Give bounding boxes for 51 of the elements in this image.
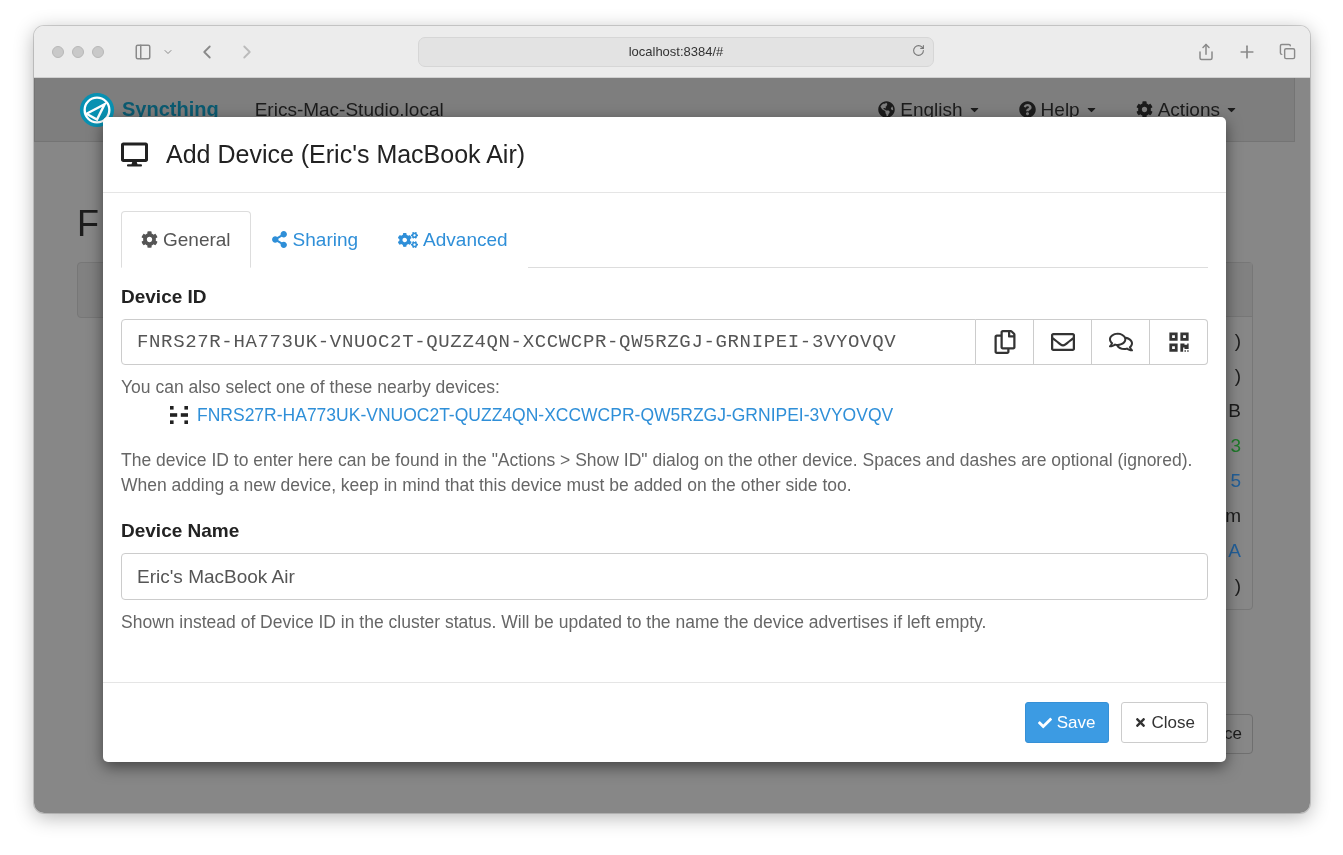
reload-icon[interactable] [912, 43, 925, 57]
device-id-field[interactable]: FNRS27R-HA773UK-VNUOC2T-QUZZ4QN-XCCWCPR-QW5RZGJ-GRNIPEI-3VYOVQV [121, 319, 976, 365]
help-icon [1018, 101, 1036, 118]
tab[interactable]: General [121, 211, 251, 268]
panel-value: 5 [1230, 469, 1241, 493]
field-label: Device Name [121, 520, 241, 542]
gears-icon [398, 229, 419, 250]
field-label: Device ID [121, 286, 208, 308]
share-icon [270, 231, 288, 248]
speech-bubbles-icon [1108, 330, 1133, 354]
panel-value: ) [1234, 364, 1241, 388]
copy-button[interactable] [976, 319, 1034, 365]
panel-value: ) [1234, 329, 1241, 353]
qr-code-button[interactable] [1150, 319, 1208, 365]
address-bar[interactable]: localhost:8384/# [418, 36, 934, 67]
nav-menu[interactable]: English [878, 98, 981, 121]
save-button[interactable]: Save [1024, 702, 1109, 743]
envelope-icon [1050, 330, 1075, 354]
panel-value: 3 [1230, 434, 1241, 458]
close-button[interactable]: Close [1120, 702, 1208, 743]
panel-value: m [1225, 504, 1241, 528]
share-icon[interactable] [1197, 42, 1215, 61]
email-button[interactable] [1034, 319, 1092, 365]
help-text: Shown instead of Device ID in the cluster status. Will be updated to the name the device advertises if left empty. [121, 611, 988, 634]
monitor-icon [121, 141, 148, 168]
copy-icon [992, 330, 1017, 354]
gear-icon [1135, 101, 1153, 118]
sidebar-icon[interactable] [134, 42, 152, 61]
tabs-overview-icon[interactable] [1279, 43, 1296, 60]
gear-icon [141, 231, 158, 248]
nav-menu[interactable]: Actions [1135, 98, 1238, 121]
qr-code-icon [1167, 331, 1190, 353]
dialog-title: Add Device (Eric's MacBook Air) [166, 140, 526, 169]
close-light[interactable] [52, 45, 64, 58]
help-text: The device ID to enter here can be found in the "Actions > Show ID" dialog on the other device. Spaces and dashes are optional (ignored). When adding a new device, keep in mind that this device must be added on the other side too. [121, 449, 1194, 497]
minimize-light[interactable] [72, 45, 84, 58]
check-icon [1037, 715, 1052, 730]
zoom-light[interactable] [92, 45, 104, 58]
device-name-field[interactable]: Eric's MacBook Air [121, 553, 1208, 600]
panel-value: ) [1234, 574, 1241, 598]
panel-value: A [1228, 539, 1241, 563]
host-name: Erics-Mac-Studio.local [254, 98, 444, 121]
section-heading: F [77, 204, 99, 244]
identicon-icon [169, 406, 189, 424]
chat-button[interactable] [1092, 319, 1150, 365]
nav-menu[interactable]: Help [1018, 98, 1098, 121]
help-text: You can also select one of these nearby devices: [121, 376, 501, 399]
close-icon [1133, 716, 1147, 729]
panel-value: B [1228, 399, 1241, 423]
nearby-device-link[interactable]: FNRS27R-HA773UK-VNUOC2T-QUZZ4QN-XCCWCPR-QW5RZGJ-GRNIPEI-3VYOVQV [169, 402, 1208, 428]
globe-icon [878, 101, 896, 118]
